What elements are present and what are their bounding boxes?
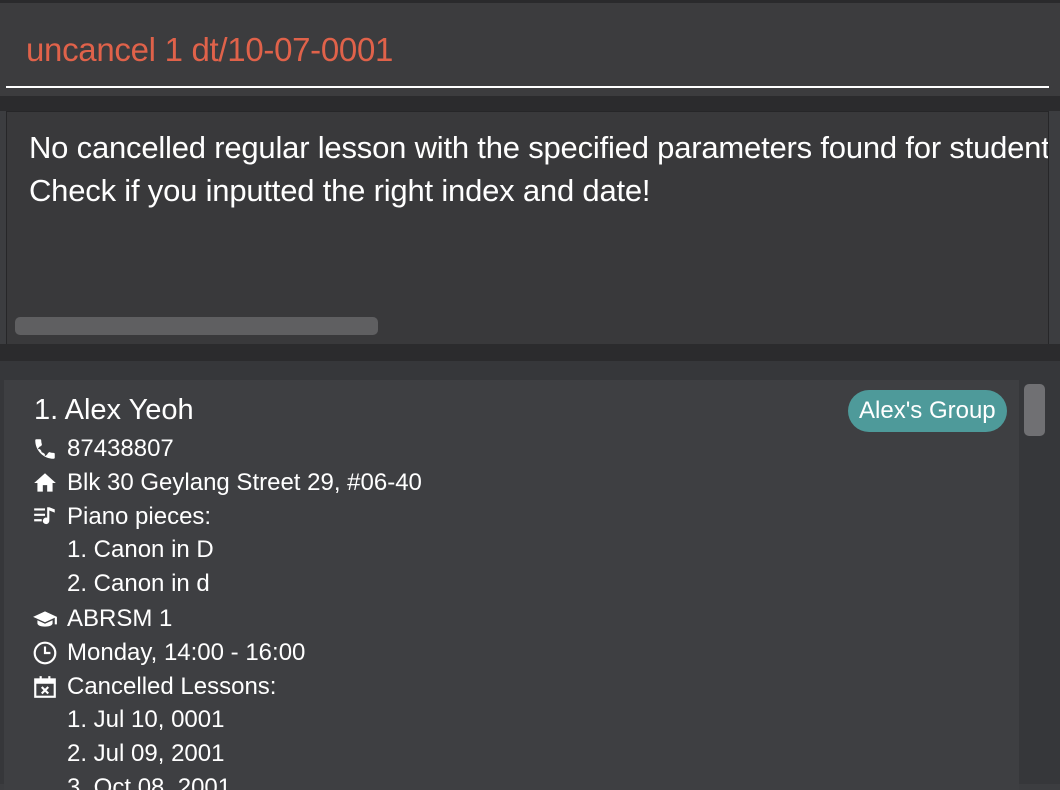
cancelled-item: 3. Oct 08, 2001 bbox=[67, 774, 232, 790]
cancelled-row: Cancelled Lessons: bbox=[32, 670, 276, 704]
piece-item: 1. Canon in D bbox=[67, 536, 214, 563]
graduation-cap-icon bbox=[32, 606, 58, 632]
result-horizontal-scrollbar[interactable] bbox=[15, 317, 378, 335]
command-box: uncancel 1 dt/10-07-0001 bbox=[0, 3, 1060, 96]
phone-number: 87438807 bbox=[67, 435, 174, 462]
group-tag: Alex's Group bbox=[848, 390, 1007, 432]
student-list-panel: 1. Alex Yeoh Alex's Group 87438807 Blk 3… bbox=[0, 361, 1060, 790]
result-message: No cancelled regular lesson with the spe… bbox=[29, 126, 1049, 212]
piece-item: 2. Canon in d bbox=[67, 570, 210, 597]
divider bbox=[0, 96, 1060, 111]
grade-row: ABRSM 1 bbox=[32, 602, 172, 636]
pieces-row: Piano pieces: bbox=[32, 500, 211, 534]
address-text: Blk 30 Geylang Street 29, #06-40 bbox=[67, 469, 422, 496]
student-card[interactable]: 1. Alex Yeoh Alex's Group 87438807 Blk 3… bbox=[4, 380, 1019, 790]
command-input[interactable]: uncancel 1 dt/10-07-0001 bbox=[26, 31, 393, 69]
result-line-2: Check if you inputted the right index an… bbox=[29, 173, 651, 208]
list-vertical-scrollbar[interactable] bbox=[1024, 384, 1045, 436]
phone-icon bbox=[32, 436, 58, 462]
divider bbox=[0, 344, 1060, 361]
grade-text: ABRSM 1 bbox=[67, 605, 173, 632]
calendar-x-icon bbox=[32, 674, 58, 700]
student-name: 1. Alex Yeoh bbox=[34, 394, 194, 426]
cancelled-item: 2. Jul 09, 2001 bbox=[67, 740, 225, 767]
lesson-row: Monday, 14:00 - 16:00 bbox=[32, 636, 305, 670]
regular-lesson-text: Monday, 14:00 - 16:00 bbox=[67, 639, 306, 666]
command-input-underline bbox=[6, 86, 1049, 88]
pieces-label: Piano pieces: bbox=[67, 503, 212, 530]
cancelled-label: Cancelled Lessons: bbox=[67, 673, 277, 700]
result-display: No cancelled regular lesson with the spe… bbox=[6, 111, 1049, 345]
cancelled-item: 1. Jul 10, 0001 bbox=[67, 706, 225, 733]
address-row: Blk 30 Geylang Street 29, #06-40 bbox=[32, 466, 422, 500]
music-list-icon bbox=[32, 504, 58, 530]
phone-row: 87438807 bbox=[32, 432, 174, 466]
clock-icon bbox=[32, 640, 58, 666]
home-icon bbox=[32, 470, 58, 496]
result-line-1: No cancelled regular lesson with the spe… bbox=[29, 130, 1049, 165]
